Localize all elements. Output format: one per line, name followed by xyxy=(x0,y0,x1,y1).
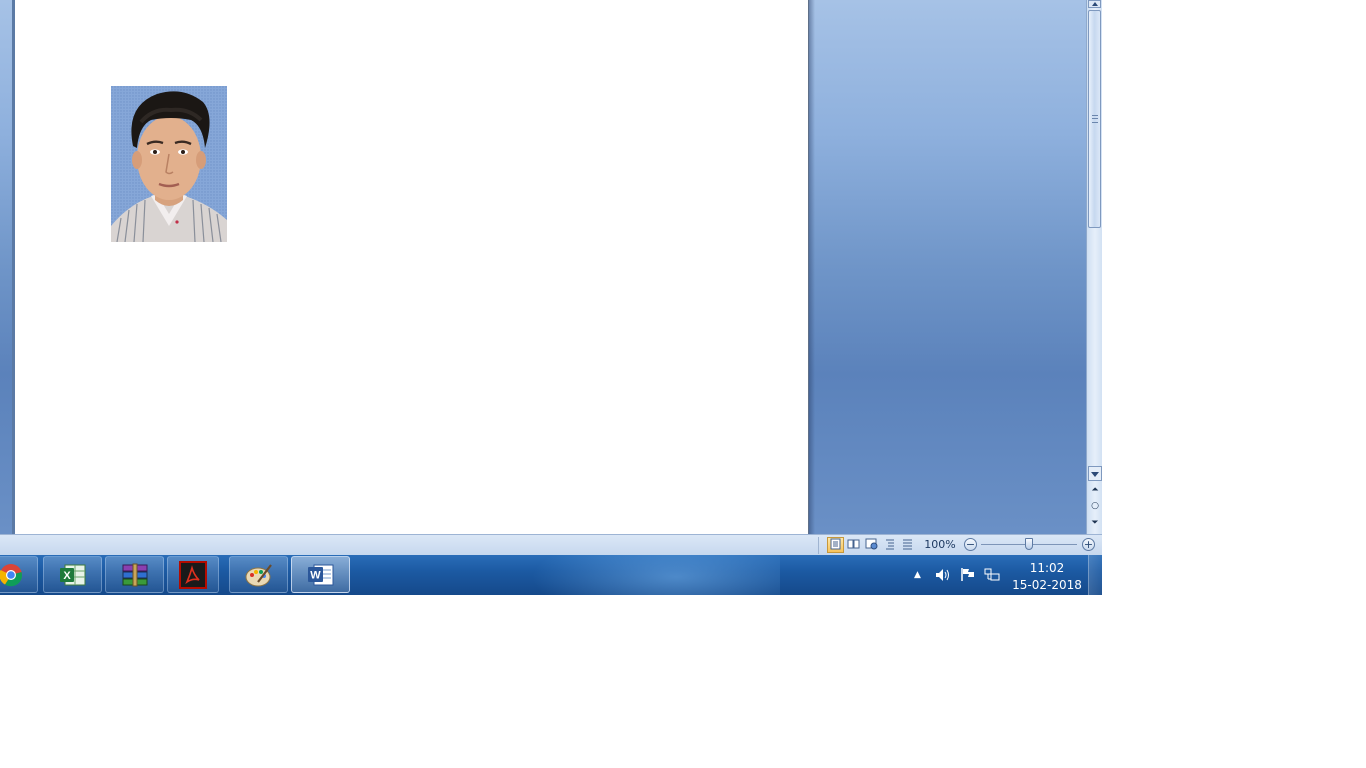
chrome-icon xyxy=(0,563,23,586)
previous-page-button[interactable]: ⏶ xyxy=(1088,483,1102,498)
vertical-scrollbar[interactable]: ⏶ ○ ⏷ xyxy=(1086,0,1102,534)
svg-text:W: W xyxy=(310,569,321,581)
next-page-button[interactable]: ⏷ xyxy=(1088,516,1102,531)
zoom-slider-thumb[interactable] xyxy=(1025,538,1033,550)
scroll-down-button[interactable] xyxy=(1088,466,1102,481)
clock-date[interactable]: 15-02-2018 xyxy=(1012,578,1082,592)
draft-view-button[interactable] xyxy=(899,537,916,553)
select-browse-object-button[interactable]: ○ xyxy=(1088,499,1102,514)
status-bar: 100% − + xyxy=(0,534,1102,555)
full-screen-reading-view-button[interactable] xyxy=(845,537,862,553)
svg-text:X: X xyxy=(63,570,71,582)
excel-icon: X xyxy=(59,564,85,585)
zoom-in-button[interactable]: + xyxy=(1082,538,1095,551)
zoom-out-button[interactable]: − xyxy=(964,538,977,551)
show-hidden-icons-button[interactable]: ▲ xyxy=(914,568,921,582)
speaker-icon[interactable] xyxy=(935,568,951,582)
show-desktop-button[interactable] xyxy=(1088,555,1102,595)
paint-icon xyxy=(245,563,272,586)
network-icon[interactable] xyxy=(984,567,1000,582)
scroll-thumb[interactable] xyxy=(1088,10,1101,228)
taskbar-winrar-button[interactable] xyxy=(105,556,164,593)
taskbar-word-button[interactable]: W xyxy=(291,556,350,593)
outline-icon xyxy=(886,539,894,550)
zoom-level-button[interactable]: 100% xyxy=(921,538,959,551)
document-workspace xyxy=(0,0,1086,534)
scroll-grip-icon xyxy=(1092,115,1098,123)
word-icon: W xyxy=(307,564,333,585)
winrar-icon xyxy=(122,563,147,586)
status-bar-divider xyxy=(818,537,819,554)
taskbar-glow xyxy=(520,555,780,595)
taskbar-paint-button[interactable] xyxy=(229,556,288,593)
taskbar-excel-button[interactable]: X xyxy=(43,556,102,593)
scroll-up-button[interactable] xyxy=(1088,0,1101,8)
action-center-flag-icon[interactable] xyxy=(960,567,976,582)
web-layout-icon xyxy=(865,538,878,550)
word-window: ⏶ ○ ⏷ 100% − + xyxy=(0,0,1102,555)
taskbar-acrobat-button[interactable] xyxy=(167,556,219,593)
taskbar: X W ▲ 11:02 15-02-2018 xyxy=(0,555,1102,595)
outline-view-button[interactable] xyxy=(881,537,898,553)
print-layout-view-button[interactable] xyxy=(827,537,844,553)
web-layout-view-button[interactable] xyxy=(863,537,880,553)
document-page[interactable] xyxy=(15,0,809,534)
passport-photo-image[interactable] xyxy=(111,86,227,242)
clock-time[interactable]: 11:02 xyxy=(1012,561,1082,575)
print-layout-icon xyxy=(830,538,841,550)
draft-icon xyxy=(903,539,912,550)
acrobat-icon xyxy=(179,560,207,589)
taskbar-chrome-button[interactable] xyxy=(0,556,38,593)
page-shadow xyxy=(809,0,815,534)
open-book-icon xyxy=(847,539,860,549)
